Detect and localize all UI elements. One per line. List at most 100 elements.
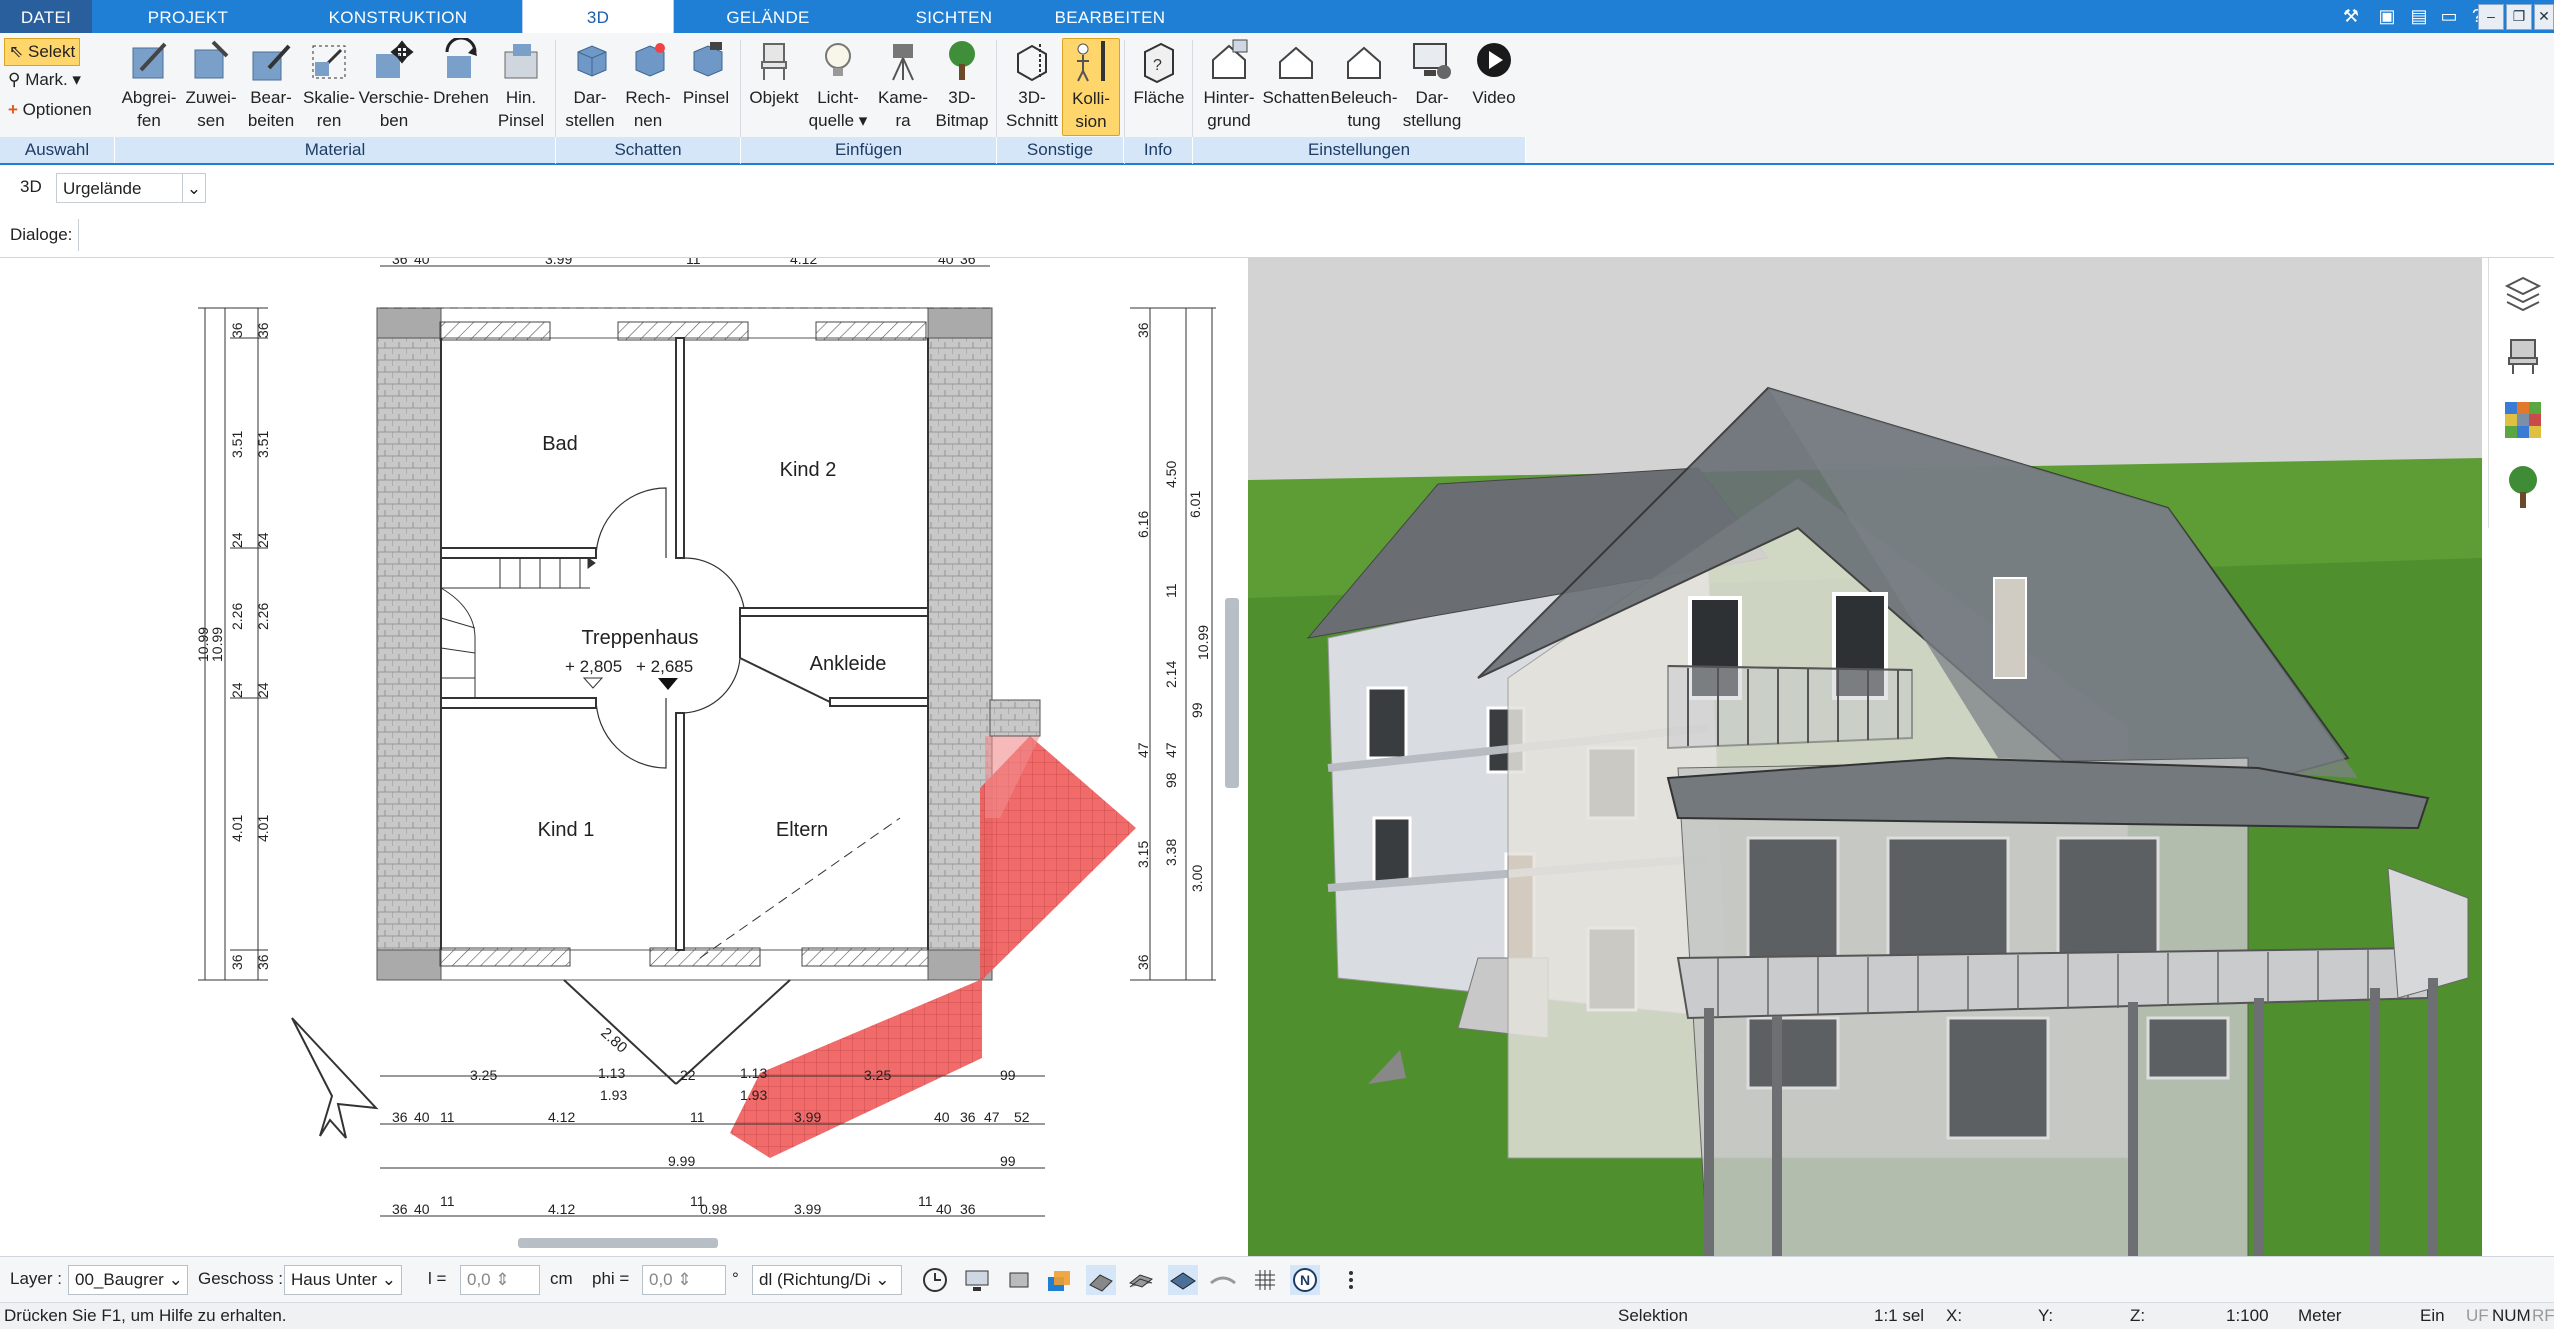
flaeche-button[interactable]: ? Fläche <box>1128 38 1190 134</box>
bearbeiten-button[interactable]: Bear-beiten <box>240 38 302 134</box>
wall-view-icon[interactable] <box>1086 1265 1116 1295</box>
abgreifen-button[interactable]: Abgrei-fen <box>118 38 180 134</box>
house-shadow-icon <box>1279 46 1313 79</box>
svg-text:0.98: 0.98 <box>700 1201 727 1217</box>
plants-icon[interactable] <box>2503 464 2543 508</box>
objekt-button[interactable]: Objekt <box>744 38 804 134</box>
hatch-view-icon[interactable] <box>1126 1265 1156 1295</box>
status-unit: Meter <box>2298 1306 2342 1325</box>
selekt-button[interactable]: ⇖ Selekt <box>4 38 81 66</box>
zuweisen-button[interactable]: Zuwei-sen <box>180 38 242 134</box>
3d-view[interactable] <box>1248 258 2482 1256</box>
drehen-button[interactable]: Drehen <box>430 38 492 134</box>
room-label-ankleide: Ankleide <box>810 653 887 675</box>
svg-text:4.12: 4.12 <box>548 1109 575 1125</box>
layers-view-icon[interactable] <box>1044 1265 1074 1295</box>
status-sel: 1:1 sel <box>1874 1306 1925 1325</box>
darstellung-button[interactable]: Dar-stellung <box>1398 38 1466 134</box>
furniture-icon[interactable] <box>2503 336 2543 376</box>
video-button[interactable]: Video <box>1464 38 1524 134</box>
plus-icon: + <box>8 100 18 119</box>
tab-3d[interactable]: 3D <box>522 0 674 34</box>
terrain-dropdown-value: Urgelände <box>63 179 142 198</box>
tab-konstruktion[interactable]: KONSTRUKTION <box>318 0 478 33</box>
kamera-button[interactable]: Kame-ra <box>872 38 934 134</box>
tools-icon[interactable]: ⚒ <box>2340 5 2362 27</box>
skalieren-button[interactable]: Skalie-ren <box>298 38 360 134</box>
svg-text:3.51: 3.51 <box>229 431 245 458</box>
floor-plan-view[interactable]: 36 40 3.99 11 4.12 40 36 Bad Kind 2 Trep… <box>0 258 1222 1220</box>
lichtquelle-button[interactable]: Licht-quelle ▾ <box>806 38 870 134</box>
bag-icon[interactable]: ▣ <box>2376 5 2398 27</box>
window-icon[interactable]: ▭ <box>2438 5 2460 27</box>
svg-text:4.01: 4.01 <box>255 815 271 842</box>
clock-icon[interactable] <box>920 1265 950 1295</box>
shadow-cube-icon <box>577 45 607 77</box>
plan-horizontal-scrollbar[interactable] <box>0 1220 1222 1256</box>
layers-icon[interactable] <box>2503 272 2543 312</box>
svg-text:99: 99 <box>1000 1153 1016 1169</box>
svg-text:11: 11 <box>440 1109 455 1125</box>
restore-button[interactable]: ❐ <box>2506 4 2532 30</box>
minimize-button[interactable]: – <box>2478 4 2504 30</box>
grid-icon[interactable] <box>1250 1265 1280 1295</box>
svg-text:22: 22 <box>680 1067 696 1083</box>
materials-icon[interactable] <box>2503 400 2543 440</box>
dim-top: 3.99 <box>545 258 572 267</box>
status-ein: Ein <box>2420 1306 2445 1325</box>
close-button[interactable]: ✕ <box>2534 4 2554 30</box>
svg-text:98: 98 <box>1163 772 1179 788</box>
folder-icon[interactable]: ▤ <box>2408 5 2430 27</box>
floor-view-icon[interactable] <box>1168 1265 1198 1295</box>
kollision-button[interactable]: Kolli-sion <box>1062 38 1120 136</box>
schatten-darstellen-button[interactable]: Dar-stellen <box>558 38 622 134</box>
svg-text:47: 47 <box>984 1109 1000 1125</box>
upper-balcony-railing[interactable] <box>1667 664 1913 750</box>
svg-text:24: 24 <box>229 682 245 698</box>
terrain-dropdown[interactable]: Urgelände ⌄ <box>56 173 206 203</box>
optionen-label: Optionen <box>22 100 92 119</box>
phi-input[interactable]: 0,0 ⇕ <box>642 1265 726 1295</box>
staircase[interactable] <box>440 557 596 698</box>
tab-sichten[interactable]: SICHTEN <box>890 0 1018 33</box>
schatten-rechnen-button[interactable]: Rech-nen <box>620 38 676 134</box>
plan-vertical-scrollbar[interactable] <box>1222 258 1244 1220</box>
einst-schatten-button[interactable]: Schatten <box>1260 38 1332 134</box>
north-icon[interactable]: N <box>1290 1265 1320 1295</box>
scrollbar-thumb[interactable] <box>518 1238 718 1248</box>
beleuchtung-button[interactable]: Beleuch-tung <box>1328 38 1400 134</box>
tab-datei[interactable]: DATEI <box>0 0 92 33</box>
hin-pinsel-button[interactable]: Hin. Pinsel <box>490 38 552 134</box>
svg-text:N: N <box>1300 1272 1310 1288</box>
scrollbar-thumb[interactable] <box>1225 598 1239 788</box>
direction-dropdown[interactable]: dl (Richtung/Di ⌄ <box>752 1265 902 1295</box>
status-y: Y: <box>2038 1306 2054 1325</box>
optionen-button[interactable]: + Optionen <box>4 97 96 123</box>
tab-bearbeiten[interactable]: BEARBEITEN <box>1042 0 1178 33</box>
room-label-kind1: Kind 1 <box>538 819 595 841</box>
status-x: X: <box>1946 1306 1963 1325</box>
mark-button[interactable]: ⚲ Mark. ▾ <box>4 67 85 93</box>
chair-icon <box>761 43 787 80</box>
svg-text:?: ? <box>1153 57 1162 74</box>
monitor-icon[interactable] <box>962 1265 992 1295</box>
more-options-icon[interactable] <box>1336 1265 1366 1295</box>
render-icon[interactable] <box>1004 1265 1034 1295</box>
schnitt-3d-button[interactable]: 3D- Schnitt <box>1002 38 1062 134</box>
svg-text:99: 99 <box>1189 702 1205 718</box>
tree-icon <box>949 41 975 80</box>
bay-wall[interactable] <box>989 699 1041 737</box>
verschieben-button[interactable]: Verschie-ben <box>356 38 432 134</box>
svg-text:40: 40 <box>414 1201 430 1217</box>
hintergrund-button[interactable]: Hinter-grund <box>1194 38 1264 134</box>
tab-gelaende[interactable]: GELÄNDE <box>706 0 830 33</box>
length-input[interactable]: 0,0 ⇕ <box>460 1265 540 1295</box>
terrain-view-icon[interactable] <box>1208 1265 1238 1295</box>
svg-text:1.13: 1.13 <box>740 1065 767 1081</box>
geschoss-dropdown[interactable]: Haus Unter ⌄ <box>284 1265 402 1295</box>
tab-projekt[interactable]: PROJEKT <box>118 0 258 33</box>
bitmap-3d-button[interactable]: 3D- Bitmap <box>932 38 992 134</box>
chevron-down-icon: ⌄ <box>875 1270 890 1289</box>
layer-dropdown[interactable]: 00_Baugrer ⌄ <box>68 1265 188 1295</box>
schatten-pinsel-button[interactable]: Pinsel <box>676 38 736 134</box>
